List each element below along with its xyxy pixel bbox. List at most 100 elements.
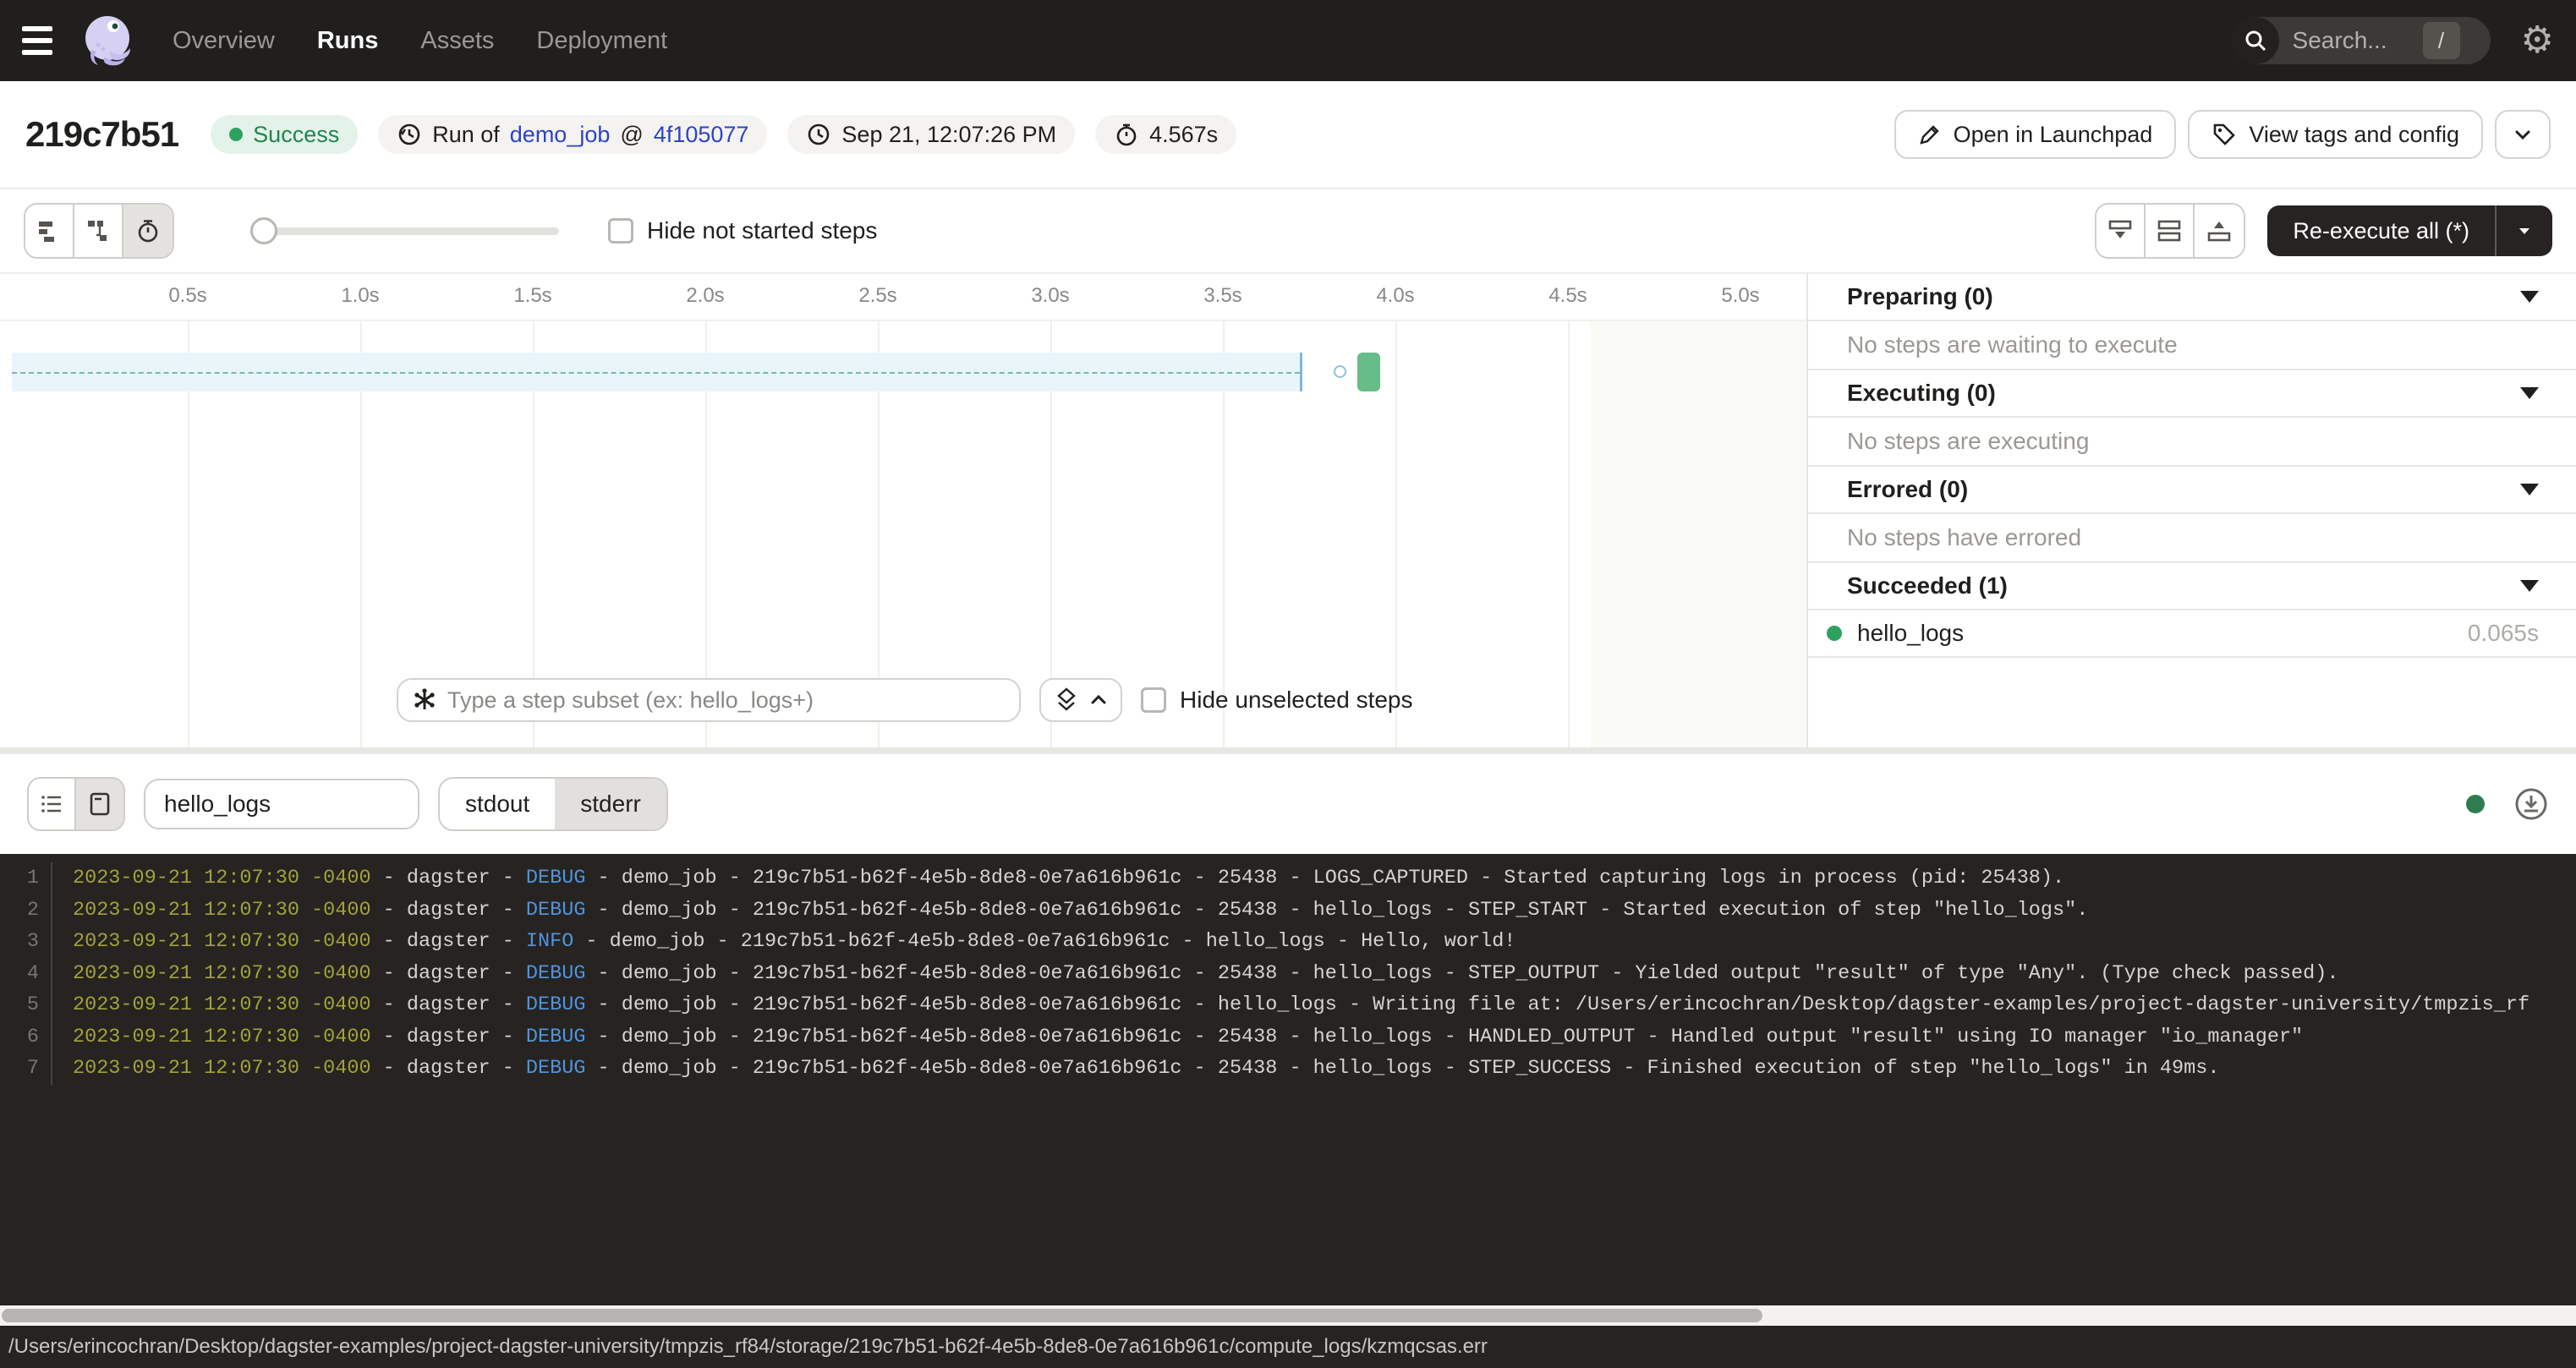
nav-item-overview[interactable]: Overview [173, 27, 275, 55]
show-bottom-panel-button[interactable] [2096, 205, 2146, 257]
step-waiting-band [12, 353, 1302, 391]
log-gutter [39, 1053, 52, 1085]
chevron-down-icon [2512, 123, 2534, 145]
hide-unselected-checkbox[interactable]: Hide unselected steps [1141, 687, 1413, 714]
panel-section-title: Succeeded (1) [1847, 572, 2008, 599]
panel-empty-text: No steps have errored [1808, 514, 2576, 563]
raw-logs-button[interactable] [76, 779, 123, 829]
log-level: DEBUG [526, 895, 586, 927]
panel-empty-text: No steps are waiting to execute [1808, 321, 2576, 370]
log-line: 52023-09-21 12:07:30 -0400 - dagster - D… [0, 989, 2576, 1021]
log-line-number: 6 [0, 1021, 39, 1053]
flat-view-button[interactable] [25, 205, 74, 257]
log-source: - dagster - [371, 1053, 526, 1085]
raw-log-output[interactable]: 12023-09-21 12:07:30 -0400 - dagster - D… [0, 854, 2576, 1305]
step-subset-row: Hide unselected steps [397, 678, 1413, 722]
layers-icon [1053, 687, 1080, 714]
panel-section-header[interactable]: Errored (0) [1808, 467, 2576, 514]
log-line-number: 7 [0, 1053, 39, 1085]
hide-not-started-checkbox[interactable]: Hide not started steps [608, 217, 877, 244]
step-start-marker-icon [1334, 365, 1346, 378]
log-horizontal-scrollbar[interactable] [0, 1305, 2576, 1326]
panel-section-header[interactable]: Executing (0) [1808, 370, 2576, 418]
step-name: hello_logs [1857, 620, 1964, 647]
search-input[interactable] [2279, 27, 2423, 54]
slider-handle[interactable] [250, 217, 277, 244]
log-level: DEBUG [526, 1021, 586, 1053]
nav-item-deployment[interactable]: Deployment [536, 27, 667, 55]
log-gutter [39, 862, 52, 895]
waterfall-view-button[interactable] [74, 205, 123, 257]
panel-section-title: Preparing (0) [1847, 283, 1993, 310]
log-level: DEBUG [526, 989, 586, 1021]
step-duration: 0.065s [2468, 620, 2539, 647]
log-gutter [39, 1021, 52, 1053]
gantt-zoom-slider[interactable] [250, 205, 559, 257]
step-row-hello_logs[interactable]: hello_logs 0.065s [1808, 610, 2576, 658]
split-panels-button[interactable] [2146, 205, 2195, 257]
nav-item-runs[interactable]: Runs [317, 27, 379, 55]
tab-stderr[interactable]: stderr [555, 779, 666, 829]
graph-query-toggle-button[interactable] [1039, 678, 1122, 722]
global-search[interactable]: / [2232, 17, 2491, 64]
flat-gantt-icon [36, 218, 62, 244]
run-id: 219c7b51 [25, 114, 178, 155]
reexecute-dropdown-caret[interactable] [2495, 205, 2552, 256]
collapse-caret-icon[interactable] [2520, 291, 2539, 303]
log-source: - dagster - [371, 862, 526, 895]
log-message: - demo_job - 219c7b51-b62f-4e5b-8de8-0e7… [585, 958, 2338, 990]
gantt-view-mode-group [24, 203, 174, 259]
tab-stdout[interactable]: stdout [440, 779, 555, 829]
panel-section-header[interactable]: Preparing (0) [1808, 274, 2576, 321]
panel-section-header[interactable]: Succeeded (1) [1808, 563, 2576, 610]
dagster-logo-icon[interactable] [79, 13, 135, 68]
gear-icon[interactable]: ⚙ [2521, 22, 2554, 59]
step-subset-input[interactable] [447, 687, 1006, 714]
download-log-icon[interactable] [2513, 786, 2549, 822]
nav-links: Overview Runs Assets Deployment [173, 27, 667, 55]
commit-link[interactable]: 4f105077 [654, 122, 749, 148]
run-header: 219c7b51 Success Run of demo_job @ 4f105… [0, 81, 2576, 189]
tag-icon [2212, 122, 2237, 147]
step-bar-hello_logs[interactable] [1357, 353, 1380, 391]
panel-bottom-icon [2107, 217, 2134, 244]
panel-section-title: Errored (0) [1847, 476, 1968, 503]
search-shortcut-badge: / [2423, 22, 2460, 59]
log-gutter [39, 895, 52, 927]
reexecute-all-button[interactable]: Re-execute all (*) [2267, 205, 2552, 256]
show-top-panel-button[interactable] [2195, 205, 2244, 257]
search-icon [2232, 17, 2279, 64]
run-actions-dropdown-button[interactable] [2495, 110, 2551, 159]
timing-view-button[interactable] [123, 205, 173, 257]
panel-section-title: Executing (0) [1847, 380, 1996, 407]
log-level: DEBUG [526, 1053, 586, 1085]
log-timestamp: 2023-09-21 12:07:30 -0400 [73, 895, 371, 927]
collapse-caret-icon[interactable] [2520, 484, 2539, 495]
log-level: DEBUG [526, 862, 586, 895]
gantt-chart: 0.5s1.0s1.5s2.0s2.5s3.0s3.5s4.0s4.5s5.0s [0, 274, 1806, 749]
scrollbar-thumb[interactable] [2, 1309, 1762, 1322]
panel-top-icon [2206, 217, 2233, 244]
collapse-caret-icon[interactable] [2520, 387, 2539, 399]
nav-item-assets[interactable]: Assets [420, 27, 494, 55]
open-in-launchpad-button[interactable]: Open in Launchpad [1894, 110, 2177, 159]
run-of-pill: Run of demo_job @ 4f105077 [378, 115, 767, 154]
log-line-number: 2 [0, 895, 39, 927]
log-view-mode-group [27, 777, 125, 831]
log-line: 22023-09-21 12:07:30 -0400 - dagster - D… [0, 895, 2576, 927]
waterfall-gantt-icon [85, 218, 111, 244]
collapse-caret-icon[interactable] [2520, 580, 2539, 592]
log-file-path: /Users/erincochran/Desktop/dagster-examp… [8, 1335, 1488, 1359]
checkbox-icon[interactable] [1141, 687, 1166, 713]
view-tags-config-button[interactable]: View tags and config [2188, 110, 2483, 159]
structured-logs-button[interactable] [29, 779, 76, 829]
run-gantt-section: 0.5s1.0s1.5s2.0s2.5s3.0s3.5s4.0s4.5s5.0s [0, 272, 2576, 747]
log-gutter [39, 926, 52, 958]
pane-split-handle[interactable] [0, 747, 2576, 754]
log-line-number: 4 [0, 958, 39, 990]
job-link[interactable]: demo_job [510, 122, 611, 148]
hamburger-menu-icon[interactable] [22, 22, 59, 59]
log-timestamp: 2023-09-21 12:07:30 -0400 [73, 862, 371, 895]
log-step-filter-input[interactable] [144, 779, 419, 829]
checkbox-icon[interactable] [608, 218, 633, 244]
